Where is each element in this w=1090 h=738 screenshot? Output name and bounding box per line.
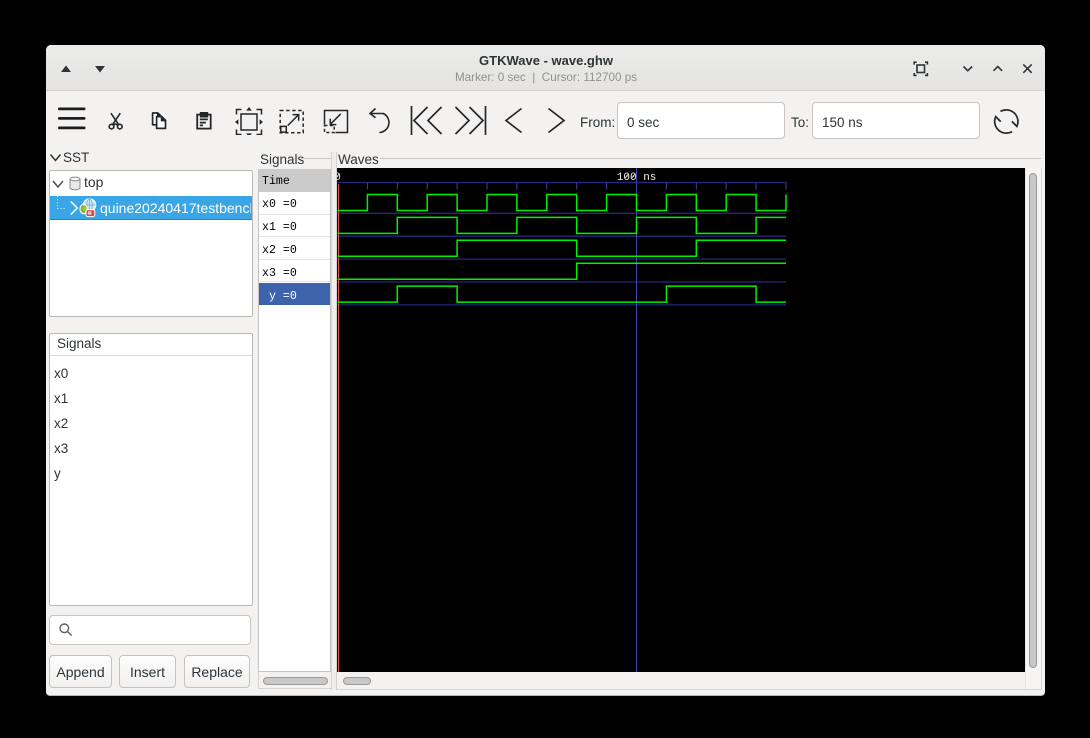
svg-text:100 ns: 100 ns: [617, 172, 657, 184]
